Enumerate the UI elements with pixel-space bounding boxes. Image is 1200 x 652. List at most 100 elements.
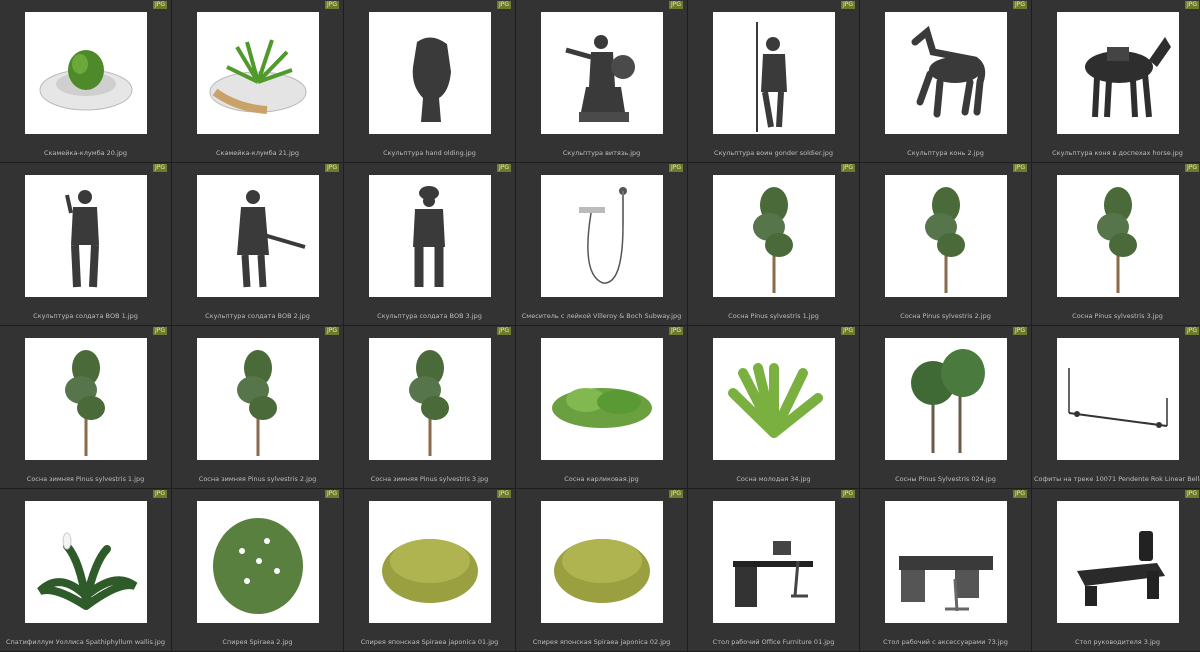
pine-tree-icon [197, 338, 319, 460]
file-name: Скульптура конь 2.jpg [907, 149, 984, 157]
round-shrub-icon [541, 501, 663, 623]
thumbnail-item[interactable]: JPG Стол рабочий с аксессуарами 73.jpg [860, 489, 1032, 652]
thumbnail-item[interactable]: JPG Сосна Pinus sylvestris 2.jpg [860, 163, 1032, 326]
file-type-badge: JPG [1012, 490, 1027, 498]
thumbnail-item[interactable]: JPG Сосна зимняя Pinus sylvestris 1.jpg [0, 326, 172, 489]
thumbnail-item[interactable]: JPG Сосна Pinus sylvestris 1.jpg [688, 163, 860, 326]
file-type-badge: JPG [496, 327, 511, 335]
file-name: Сосна зимняя Pinus sylvestris 3.jpg [370, 475, 489, 483]
thumbnail-item[interactable]: JPG Скамейка-клумба 21.jpg [172, 0, 344, 163]
file-name: Скульптура солдата ВОВ 3.jpg [377, 312, 482, 320]
thumbnail-item[interactable]: JPG Спатифиллум Уоллиса Spathiphyllum wal… [0, 489, 172, 652]
thumbnail-item[interactable]: JPG Сосна зимняя Pinus sylvestris 3.jpg [344, 326, 516, 489]
file-type-badge: JPG [496, 490, 511, 498]
thumbnail-item[interactable]: JPG Скамейка-клумба 20.jpg [0, 0, 172, 163]
file-type-badge: JPG [324, 327, 339, 335]
file-name: Софиты на треке 10071 Pendente Rok Linea… [1034, 475, 1200, 483]
thumbnail-item[interactable]: JPG Сосна Pinus sylvestris 3.jpg [1032, 163, 1200, 326]
thumbnail-grid: JPG Скамейка-клумба 20.jpg JPG Скамейка-клу… [0, 0, 1200, 652]
horse-sculpture-icon [885, 12, 1007, 134]
spathiphyllum-icon [25, 501, 147, 623]
bench-planter-fern-icon [197, 12, 319, 134]
thumbnail-item[interactable]: JPG Софиты на треке 10071 Pendente Rok Li… [1032, 326, 1200, 489]
soldier-sculpture-icon [25, 175, 147, 297]
round-shrub-icon [369, 501, 491, 623]
shower-mixer-icon [541, 175, 663, 297]
file-name: Сосна зимняя Pinus sylvestris 1.jpg [26, 475, 145, 483]
file-type-badge: JPG [668, 490, 683, 498]
file-name: Спирея японская Spiraea japonica 02.jpg [532, 638, 671, 646]
pine-tree-icon [25, 338, 147, 460]
fist-sculpture-icon [369, 12, 491, 134]
file-type-badge: JPG [324, 164, 339, 172]
thumbnail-item[interactable]: JPG Спирея Spiraea 2.jpg [172, 489, 344, 652]
file-name: Сосна Pinus sylvestris 1.jpg [728, 312, 819, 320]
file-name: Смеситель с лейкой Villeroy & Boch Subwa… [521, 312, 682, 320]
work-desk-icon [885, 501, 1007, 623]
pine-group-icon [885, 338, 1007, 460]
thumbnail-item[interactable]: JPG Спирея японская Spiraea japonica 01.j… [344, 489, 516, 652]
file-name: Спирея японская Spiraea japonica 01.jpg [360, 638, 499, 646]
thumbnail-item[interactable]: JPG Сосна молодая 34.jpg [688, 326, 860, 489]
thumbnail-item[interactable]: JPG Скульптура солдата ВОВ 3.jpg [344, 163, 516, 326]
thumbnail-item[interactable]: JPG Скульптура коня в доспехах horse.jpg [1032, 0, 1200, 163]
file-name: Спирея Spiraea 2.jpg [222, 638, 293, 646]
thumbnail-item[interactable]: JPG Сосна карликовая.jpg [516, 326, 688, 489]
bench-planter-icon [25, 12, 147, 134]
thumbnail-item[interactable]: JPG Скульптура солдата ВОВ 1.jpg [0, 163, 172, 326]
file-type-badge: JPG [668, 1, 683, 9]
warrior-sculpture-icon [713, 12, 835, 134]
pine-tree-icon [885, 175, 1007, 297]
file-name: Сосна молодая 34.jpg [736, 475, 811, 483]
knight-sculpture-icon [541, 12, 663, 134]
file-name: Скамейка-клумба 20.jpg [43, 149, 128, 157]
file-type-badge: JPG [1012, 1, 1027, 9]
thumbnail-item[interactable]: JPG Скульптура конь 2.jpg [860, 0, 1032, 163]
pine-tree-icon [1057, 175, 1179, 297]
file-type-badge: JPG [152, 1, 167, 9]
file-name: Скульптура солдата ВОВ 1.jpg [33, 312, 138, 320]
pine-tree-icon [369, 338, 491, 460]
thumbnail-item[interactable]: JPG Скульптура воин gonder soldier.jpg [688, 0, 860, 163]
thumbnail-item[interactable]: JPG Сосна зимняя Pinus sylvestris 2.jpg [172, 326, 344, 489]
thumbnail-item[interactable]: JPG Спирея японская Spiraea japonica 02.j… [516, 489, 688, 652]
file-type-badge: JPG [668, 327, 683, 335]
thumbnail-item[interactable]: JPG Скульптура hand olding.jpg [344, 0, 516, 163]
thumbnail-item[interactable]: JPG Стол руководителя 3.jpg [1032, 489, 1200, 652]
thumbnail-item[interactable]: JPG Стол рабочий Office Furniture 01.jpg [688, 489, 860, 652]
file-type-badge: JPG [152, 490, 167, 498]
file-type-badge: JPG [1184, 1, 1199, 9]
file-type-badge: JPG [152, 327, 167, 335]
file-type-badge: JPG [324, 490, 339, 498]
thumbnail-item[interactable]: JPG Скульптура витязь.jpg [516, 0, 688, 163]
file-name: Скульптура коня в доспехах horse.jpg [1052, 149, 1183, 157]
file-name: Сосна Pinus sylvestris 2.jpg [900, 312, 991, 320]
file-name: Скульптура воин gonder soldier.jpg [713, 149, 834, 157]
thumbnail-item[interactable]: JPG Смеситель с лейкой Villeroy & Boch Su… [516, 163, 688, 326]
file-type-badge: JPG [1184, 327, 1199, 335]
file-type-badge: JPG [496, 1, 511, 9]
file-name: Сосна зимняя Pinus sylvestris 2.jpg [198, 475, 317, 483]
file-name: Стол рабочий Office Furniture 01.jpg [712, 638, 835, 646]
file-name: Скульптура солдата ВОВ 2.jpg [205, 312, 310, 320]
file-name: Сосна карликовая.jpg [564, 475, 639, 483]
file-type-badge: JPG [324, 1, 339, 9]
flowering-shrub-icon [197, 501, 319, 623]
file-type-badge: JPG [1184, 490, 1199, 498]
dwarf-pine-icon [541, 338, 663, 460]
track-light-icon [1057, 338, 1179, 460]
file-type-badge: JPG [840, 327, 855, 335]
thumbnail-item[interactable]: JPG Сосны Pinus Sylvestris 024.jpg [860, 326, 1032, 489]
file-type-badge: JPG [840, 164, 855, 172]
file-name: Сосны Pinus Sylvestris 024.jpg [895, 475, 996, 483]
soldier-helmet-icon [369, 175, 491, 297]
file-name: Стол рабочий с аксессуарами 73.jpg [883, 638, 1008, 646]
file-type-badge: JPG [152, 164, 167, 172]
executive-desk-icon [1057, 501, 1179, 623]
pine-tree-icon [713, 175, 835, 297]
file-name: Скульптура hand olding.jpg [383, 149, 476, 157]
thumbnail-item[interactable]: JPG Скульптура солдата ВОВ 2.jpg [172, 163, 344, 326]
file-name: Сосна Pinus sylvestris 3.jpg [1072, 312, 1163, 320]
armored-horse-icon [1057, 12, 1179, 134]
file-type-badge: JPG [840, 1, 855, 9]
